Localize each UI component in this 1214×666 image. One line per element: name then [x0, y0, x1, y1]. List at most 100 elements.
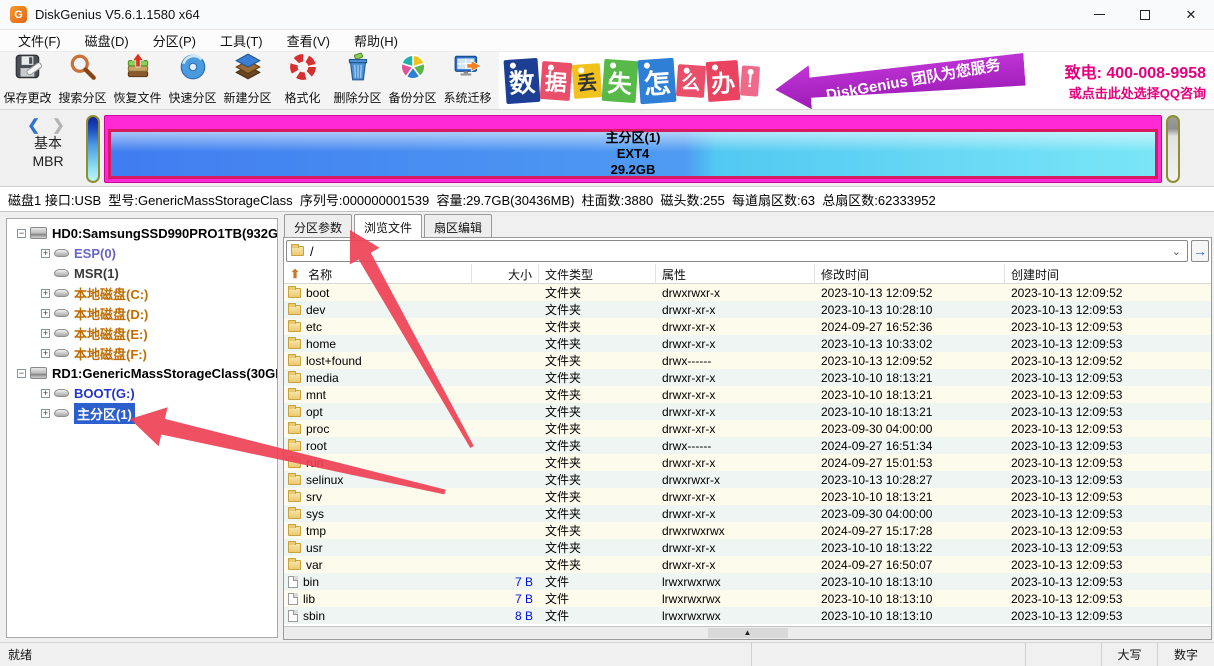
backup-partition-icon: [398, 52, 428, 89]
menu-partition[interactable]: 分区(P): [141, 29, 208, 52]
tree-expand-toggle[interactable]: −: [17, 369, 26, 378]
menu-file[interactable]: 文件(F): [6, 29, 73, 52]
tree-expand-toggle[interactable]: +: [41, 349, 50, 358]
path-value: /: [310, 244, 1170, 259]
ad-slogan-tile: 丢: [572, 63, 602, 99]
file-row[interactable]: run文件夹drwxr-xr-x2024-09-27 15:01:532023-…: [284, 454, 1211, 471]
file-row[interactable]: opt文件夹drwxr-xr-x2023-10-10 18:13:212023-…: [284, 403, 1211, 420]
tab-browse-files[interactable]: 浏览文件: [354, 214, 422, 238]
menu-tools[interactable]: 工具(T): [208, 29, 275, 52]
file-row[interactable]: tmp文件夹drwxrwxrwx2024-09-27 15:17:282023-…: [284, 522, 1211, 539]
format-button[interactable]: 格式化: [275, 52, 330, 109]
tab-sector-edit[interactable]: 扇区编辑: [424, 214, 492, 237]
file-row[interactable]: lib7 B文件lrwxrwxrwx2023-10-10 18:13:10202…: [284, 590, 1211, 607]
ad-slogan-tile: 据: [540, 60, 573, 100]
file-row[interactable]: mnt文件夹drwxr-xr-x2023-10-10 18:13:212023-…: [284, 386, 1211, 403]
status-caps: 大写: [1102, 643, 1158, 666]
tab-partition-params[interactable]: 分区参数: [284, 214, 352, 237]
file-row[interactable]: selinux文件夹drwxrwxr-x2023-10-13 10:28:272…: [284, 471, 1211, 488]
system-migrate-button[interactable]: 系统迁移: [440, 52, 495, 109]
header-modified[interactable]: 修改时间: [815, 264, 1005, 284]
file-row[interactable]: sbin8 B文件lrwxrwxrwx2023-10-10 18:13:1020…: [284, 607, 1211, 624]
prev-disk-capsule[interactable]: [86, 115, 100, 183]
tree-item[interactable]: + ESP(0): [7, 243, 277, 263]
quick-partition-icon: [178, 52, 208, 89]
header-name[interactable]: ⬆名称: [284, 264, 472, 284]
file-row[interactable]: root文件夹drwx------2024-09-27 16:51:342023…: [284, 437, 1211, 454]
folder-icon: [288, 560, 301, 570]
tree-expand-toggle[interactable]: +: [41, 389, 50, 398]
ad-qq-link[interactable]: 或点击此处选择QQ咨询: [1065, 83, 1206, 102]
scroll-up-icon[interactable]: ▲: [708, 628, 788, 638]
tree-item[interactable]: +本地磁盘(E:): [7, 323, 277, 343]
close-button[interactable]: ✕: [1168, 0, 1214, 30]
file-row[interactable]: home文件夹drwxr-xr-x2023-10-13 10:33:022023…: [284, 335, 1211, 352]
tree-item-label: RD1:GenericMassStorageClass(30GB): [52, 366, 278, 381]
file-row[interactable]: bin7 B文件lrwxrwxrwx2023-10-10 18:13:10202…: [284, 573, 1211, 590]
new-partition-button[interactable]: 新建分区: [220, 52, 275, 109]
maximize-button[interactable]: [1122, 0, 1168, 30]
ad-banner[interactable]: 数据丢失怎么办! DiskGenius 团队为您服务 致电: 400-008-9…: [499, 52, 1214, 109]
status-bar: 就绪 大写 数字: [0, 642, 1214, 666]
delete-partition-button[interactable]: 删除分区: [330, 52, 385, 109]
search-partition-button[interactable]: 搜索分区: [55, 52, 110, 109]
folder-icon: [288, 407, 301, 417]
menu-disk[interactable]: 磁盘(D): [73, 29, 141, 52]
header-attr[interactable]: 属性: [656, 264, 815, 284]
tree-item[interactable]: + 本地磁盘(D:): [7, 303, 277, 323]
backup-partition-button[interactable]: 备份分区: [385, 52, 440, 109]
minimize-button[interactable]: [1076, 0, 1122, 30]
disk-bar[interactable]: 主分区(1) EXT4 29.2GB: [104, 115, 1162, 183]
disk-info-bar: 磁盘1 接口:USB 型号:GenericMassStorageClass 序列…: [0, 186, 1214, 212]
tree-item-label: 本地磁盘(D:): [74, 304, 148, 323]
folder-icon: [288, 356, 301, 366]
menu-help[interactable]: 帮助(H): [342, 29, 410, 52]
tab-strip: 分区参数浏览文件扇区编辑: [282, 214, 1212, 237]
tree-expand-toggle[interactable]: +: [41, 409, 50, 418]
prev-disk-arrow-icon[interactable]: ❮: [27, 117, 44, 134]
path-go-button[interactable]: →: [1191, 240, 1209, 262]
file-row[interactable]: media文件夹drwxr-xr-x2023-10-10 18:13:21202…: [284, 369, 1211, 386]
tree-expand-toggle[interactable]: +: [41, 329, 50, 338]
tree-item-label: ESP(0): [74, 246, 116, 261]
next-disk-capsule[interactable]: [1166, 115, 1180, 183]
tree-expand-toggle[interactable]: +: [41, 249, 50, 258]
file-row[interactable]: proc文件夹drwxr-xr-x2023-09-30 04:00:002023…: [284, 420, 1211, 437]
folder-icon: [288, 288, 301, 298]
scroll-more-strip[interactable]: ▲: [284, 626, 1211, 639]
file-row[interactable]: etc文件夹drwxr-xr-x2024-09-27 16:52:362023-…: [284, 318, 1211, 335]
tree-item[interactable]: +主分区(1): [7, 403, 277, 423]
tree-item[interactable]: − RD1:GenericMassStorageClass(30GB): [7, 363, 277, 383]
header-size[interactable]: 大小: [472, 264, 539, 284]
file-row[interactable]: srv文件夹drwxr-xr-x2023-10-10 18:13:212023-…: [284, 488, 1211, 505]
tree-item[interactable]: +本地磁盘(C:): [7, 283, 277, 303]
tree-expand-toggle[interactable]: +: [41, 289, 50, 298]
file-row[interactable]: dev文件夹drwxr-xr-x2023-10-13 10:28:102023-…: [284, 301, 1211, 318]
file-browser: / ⌄ → ⬆名称 大小 文件类型 属性 修改时间 创建时间 boot文件夹dr…: [283, 237, 1212, 640]
tree-item[interactable]: +本地磁盘(F:): [7, 343, 277, 363]
file-row[interactable]: sys文件夹drwxr-xr-x2023-09-30 04:00:002023-…: [284, 505, 1211, 522]
menu-view[interactable]: 查看(V): [275, 29, 342, 52]
tree-expand-toggle[interactable]: +: [41, 309, 50, 318]
tree-item[interactable]: MSR(1): [7, 263, 277, 283]
file-row[interactable]: var文件夹drwxr-xr-x2024-09-27 16:50:072023-…: [284, 556, 1211, 573]
next-disk-arrow-icon[interactable]: ❯: [52, 117, 69, 134]
header-type[interactable]: 文件类型: [539, 264, 656, 284]
chevron-down-icon[interactable]: ⌄: [1170, 245, 1183, 258]
file-row[interactable]: lost+found文件夹drwx------2023-10-13 12:09:…: [284, 352, 1211, 369]
up-arrow-icon[interactable]: ⬆: [290, 267, 300, 281]
partition-block-selected[interactable]: 主分区(1) EXT4 29.2GB: [108, 129, 1158, 179]
save-changes-button[interactable]: 保存更改: [0, 52, 55, 109]
ad-slogan-tile: 办: [706, 59, 741, 101]
quick-partition-button[interactable]: 快速分区: [165, 52, 220, 109]
file-list: boot文件夹drwxrwxr-x2023-10-13 12:09:522023…: [284, 284, 1211, 626]
tree-item[interactable]: −HD0:SamsungSSD990PRO1TB(932GB: [7, 223, 277, 243]
header-created[interactable]: 创建时间: [1005, 264, 1211, 284]
tree-item[interactable]: +BOOT(G:): [7, 383, 277, 403]
ad-slogan-tile: 么: [676, 64, 706, 98]
file-row[interactable]: boot文件夹drwxrwxr-x2023-10-13 12:09:522023…: [284, 284, 1211, 301]
file-row[interactable]: usr文件夹drwxr-xr-x2023-10-10 18:13:222023-…: [284, 539, 1211, 556]
tree-expand-toggle[interactable]: −: [17, 229, 26, 238]
path-input[interactable]: / ⌄: [286, 240, 1188, 262]
recover-files-button[interactable]: 恢复文件: [110, 52, 165, 109]
